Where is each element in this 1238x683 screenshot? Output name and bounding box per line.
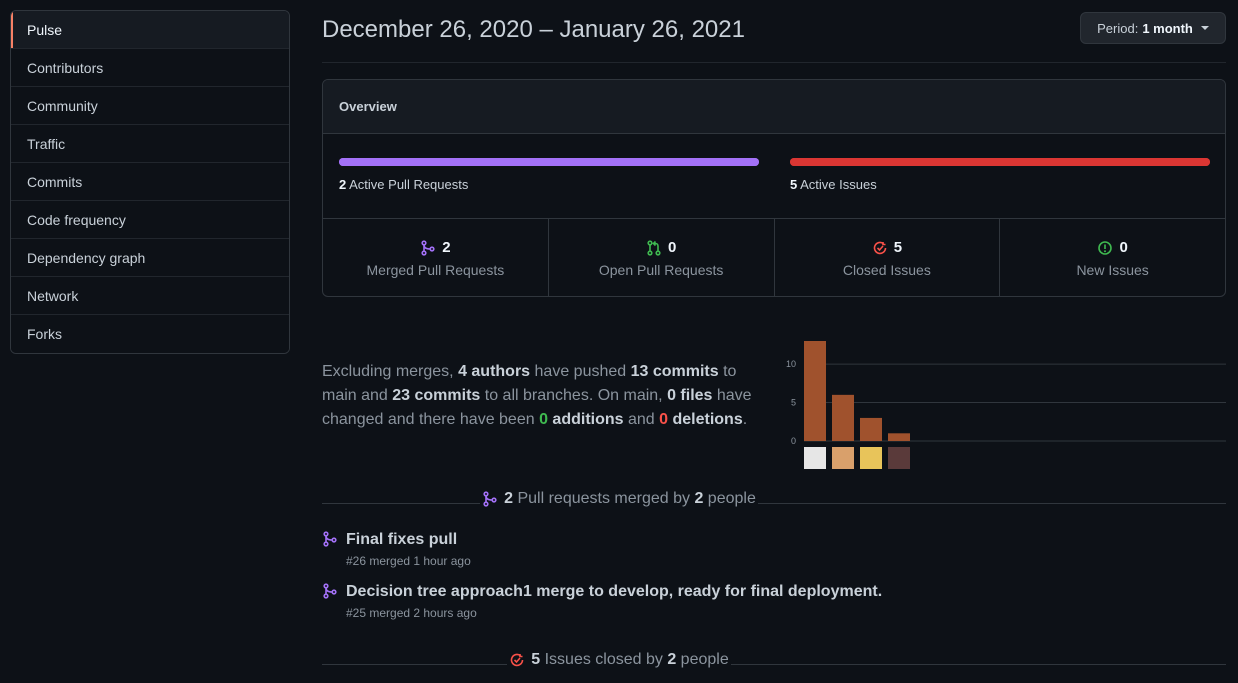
pr-meta: #25 merged 2 hours ago [346,606,477,620]
merged-pr-icon [483,491,497,507]
repo-insights-sidebar: Pulse Contributors Community Traffic Com… [10,10,290,354]
summary-text: to all branches. On main, [480,387,668,404]
sidebar-item-commits[interactable]: Commits [11,163,289,201]
pr-section-heading: 2 Pull requests merged by 2 people [0,490,1238,512]
issues-bar-track [790,158,1210,166]
stat-closed-issues[interactable]: 5 Closed Issues [775,219,1001,296]
overview-stats: 2 Merged Pull Requests 0 Open Pull Reque… [323,219,1225,296]
y-tick-label: 5 [791,398,796,408]
additions-count: 0 [539,411,548,428]
merged-pr-icon [421,239,435,256]
stat-label: Closed Issues [842,262,931,278]
deletions-label: deletions [668,411,743,428]
caret-down-icon [1200,26,1209,30]
closed-issue-icon [510,653,524,667]
closed-issue-icon [873,241,887,254]
summary-text: have pushed [530,363,631,380]
issues-people-count: 2 [667,651,677,668]
additions-label: additions [547,411,624,428]
sidebar-item-contributors[interactable]: Contributors [11,49,289,87]
pr-section-text: people [703,490,756,507]
pr-meta: #26 merged 1 hour ago [346,554,471,568]
commits-all-link[interactable]: 23 commits [392,387,480,404]
author-avatar[interactable] [832,447,854,469]
author-avatar[interactable] [888,447,910,469]
active-pull-requests-count: 2 [339,177,347,192]
commit-bar[interactable] [888,433,910,441]
issues-section-text: Issues closed by [540,651,668,668]
overview-panel: Overview 2 Active Pull Requests 5 Active… [322,79,1226,297]
pull-requests-bar-fill [339,158,759,166]
period-value: 1 month [1142,20,1193,36]
summary-text: and [623,411,660,428]
stat-label: New Issues [1076,262,1149,278]
pr-section-text: Pull requests merged by [513,490,695,507]
overview-heading: Overview [323,80,1225,134]
sidebar-item-forks[interactable]: Forks [11,315,289,353]
stat-count: 0 [667,239,677,256]
stat-label: Merged Pull Requests [366,262,505,278]
pr-merged-count: 2 [504,490,514,507]
deletions-count: 0 [659,411,669,428]
stat-count: 5 [893,239,903,256]
stat-count: 2 [442,239,451,256]
stat-merged-pull-requests[interactable]: 2 Merged Pull Requests [323,219,549,296]
merged-pr-icon [323,531,337,547]
pull-requests-bar-track [339,158,759,166]
sidebar-item-code-frequency[interactable]: Code frequency [11,201,289,239]
new-issue-icon [1098,240,1113,255]
active-issues-text: Active Issues [800,177,877,192]
stat-new-issues[interactable]: 0 New Issues [1000,219,1225,296]
stat-count: 0 [1119,239,1128,256]
period-label: Period: [1097,20,1139,36]
files-count: 0 files [667,387,713,404]
issues-bar-fill [790,158,1210,166]
commit-bar[interactable] [860,417,882,441]
issues-section-text: people [676,651,729,668]
open-pr-icon [647,239,661,256]
commit-bar[interactable] [832,394,854,441]
commit-bar[interactable] [804,341,826,441]
sidebar-item-pulse[interactable]: Pulse [11,11,289,49]
author-avatar[interactable] [804,447,826,469]
commits-main-link[interactable]: 13 commits [631,363,719,380]
pr-title-link[interactable]: Final fixes pull [346,531,457,549]
stat-label: Open Pull Requests [598,262,724,278]
pr-title-link[interactable]: Decision tree approach1 merge to develop… [346,583,882,601]
header-divider [322,62,1226,63]
commits-by-author-chart: 10 5 0 [786,341,1226,469]
commit-summary: Excluding merges, 4 authors have pushed … [322,360,772,432]
summary-text: . [742,411,748,428]
sidebar-item-community[interactable]: Community [11,87,289,125]
sidebar-item-traffic[interactable]: Traffic [11,125,289,163]
active-pull-requests-text: Active Pull Requests [349,177,469,192]
active-pull-requests[interactable]: 2 Active Pull Requests [339,158,759,192]
active-issues-label: 5 Active Issues [790,177,1210,192]
issues-section-heading: 5 Issues closed by 2 people [0,651,1238,673]
summary-text: Excluding merges, [322,363,459,380]
active-issues-count: 5 [790,177,798,192]
sidebar-item-network[interactable]: Network [11,277,289,315]
y-tick-label: 10 [786,359,796,369]
activity-bars: 2 Active Pull Requests 5 Active Issues [323,134,1225,219]
author-avatar[interactable] [860,447,882,469]
authors-link[interactable]: 4 authors [458,363,530,380]
stat-open-pull-requests[interactable]: 0 Open Pull Requests [549,219,775,296]
active-issues[interactable]: 5 Active Issues [790,158,1210,192]
y-tick-label: 0 [791,436,796,446]
merged-pr-icon [323,583,337,599]
page-title: December 26, 2020 – January 26, 2021 [322,16,745,43]
period-select-button[interactable]: Period: 1 month [1080,12,1226,44]
active-pull-requests-label: 2 Active Pull Requests [339,177,759,192]
issues-closed-count: 5 [531,651,541,668]
sidebar-item-dependency-graph[interactable]: Dependency graph [11,239,289,277]
